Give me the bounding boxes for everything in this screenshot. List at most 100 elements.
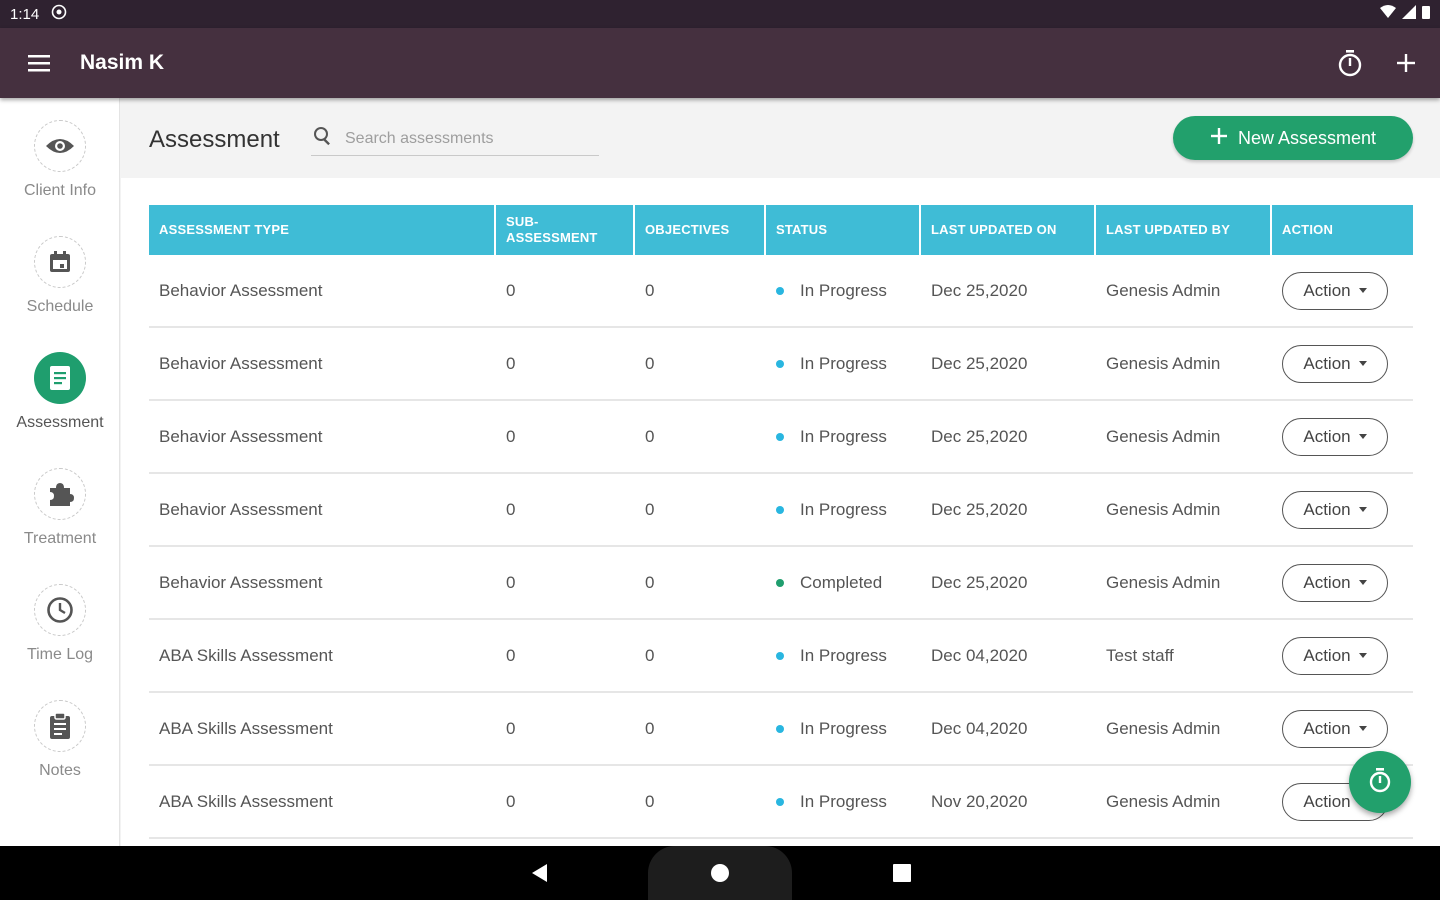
action-label: Action <box>1303 572 1351 592</box>
action-dropdown-button[interactable]: Action <box>1282 271 1388 310</box>
status-dot-icon <box>776 651 784 660</box>
cell-assessment-type: ABA Skills Assessment <box>159 718 333 738</box>
caret-down-icon <box>1358 434 1367 439</box>
sidebar-item-assessment[interactable]: Assessment <box>0 352 120 452</box>
cell-last-updated-on: Dec 25,2020 <box>931 280 1028 300</box>
cell-sub-assessment: 0 <box>506 280 516 300</box>
menu-icon[interactable] <box>0 28 80 98</box>
status-dot-icon <box>776 359 784 368</box>
calendar-icon <box>34 236 86 288</box>
cell-sub-assessment: 0 <box>506 499 516 519</box>
cell-last-updated-by: Genesis Admin <box>1106 353 1221 373</box>
status-dot-icon <box>776 505 784 514</box>
action-dropdown-button[interactable]: Action <box>1282 344 1388 383</box>
action-label: Action <box>1303 280 1351 300</box>
action-dropdown-button[interactable]: Action <box>1282 417 1388 456</box>
column-header-last-updated-on: LAST UPDATED ON <box>921 205 1096 255</box>
search-input[interactable] <box>345 129 585 148</box>
search-icon <box>313 126 333 151</box>
column-header-status: STATUS <box>766 205 921 255</box>
action-dropdown-button[interactable]: Action <box>1282 709 1388 748</box>
status-dot-icon <box>776 724 784 733</box>
cell-last-updated-on: Dec 25,2020 <box>931 426 1028 446</box>
new-assessment-button[interactable]: New Assessment <box>1173 116 1413 160</box>
sidebar-item-time-log[interactable]: Time Log <box>0 584 120 684</box>
action-dropdown-button[interactable]: Action <box>1282 490 1388 529</box>
add-icon[interactable] <box>1388 45 1424 81</box>
cell-objectives: 0 <box>645 499 655 519</box>
sidebar-item-notes[interactable]: Notes <box>0 700 120 800</box>
caret-down-icon <box>1358 288 1367 293</box>
cell-sub-assessment: 0 <box>506 426 516 446</box>
cell-status: Completed <box>766 573 921 593</box>
cell-last-updated-by: Genesis Admin <box>1106 280 1221 300</box>
cell-action: Action <box>1272 636 1413 675</box>
sidebar-item-client-info[interactable]: Client Info <box>0 120 120 220</box>
main-content: Assessment New Assessment ASSESSMENT TYP… <box>121 98 1440 846</box>
caret-down-icon <box>1358 726 1367 731</box>
puzzle-icon <box>34 468 86 520</box>
cell-objectives: 0 <box>645 280 655 300</box>
cell-objectives: 0 <box>645 572 655 592</box>
cell-last-updated-on: Dec 04,2020 <box>931 718 1028 738</box>
search-field[interactable] <box>311 122 599 156</box>
column-header-objectives: OBJECTIVES <box>635 205 766 255</box>
cell-sub-assessment: 0 <box>506 572 516 592</box>
page-title: Assessment <box>149 126 280 153</box>
cell-last-updated-by: Genesis Admin <box>1106 572 1221 592</box>
sidebar-item-label: Assessment <box>16 414 104 431</box>
cell-action: Action <box>1272 271 1413 310</box>
cell-sub-assessment: 0 <box>506 718 516 738</box>
plus-icon <box>1210 127 1228 150</box>
status-dot-icon <box>776 286 784 295</box>
cell-last-updated-by: Genesis Admin <box>1106 791 1221 811</box>
cell-objectives: 0 <box>645 718 655 738</box>
cell-last-updated-on: Nov 20,2020 <box>931 791 1028 811</box>
cell-objectives: 0 <box>645 353 655 373</box>
cell-status: In Progress <box>766 281 921 301</box>
status-label: In Progress <box>800 645 887 665</box>
cell-objectives: 0 <box>645 645 655 665</box>
clipboard-icon <box>34 700 86 752</box>
action-dropdown-button[interactable]: Action <box>1282 563 1388 602</box>
action-label: Action <box>1303 645 1351 665</box>
timer-icon <box>1368 766 1392 799</box>
recents-icon[interactable] <box>889 860 915 886</box>
table-row: Behavior Assessment 0 0 In Progress Dec … <box>149 255 1413 328</box>
timer-fab[interactable] <box>1349 751 1411 813</box>
battery-icon <box>1422 5 1430 23</box>
document-icon <box>34 352 86 404</box>
status-label: Completed <box>800 572 883 592</box>
cell-assessment-type: Behavior Assessment <box>159 353 323 373</box>
table-row: ABA Skills Assessment 0 0 In Progress No… <box>149 766 1413 839</box>
status-right <box>1380 5 1430 23</box>
cell-assessment-type: Behavior Assessment <box>159 426 323 446</box>
cell-action: Action <box>1272 417 1413 456</box>
cell-last-updated-by: Genesis Admin <box>1106 718 1221 738</box>
status-dot-icon <box>776 797 784 806</box>
sidebar-item-treatment[interactable]: Treatment <box>0 468 120 568</box>
table-header: ASSESSMENT TYPE SUB-ASSESSMENT OBJECTIVE… <box>149 205 1413 255</box>
sidebar-item-schedule[interactable]: Schedule <box>0 236 120 336</box>
timer-icon[interactable] <box>1332 45 1368 81</box>
clock-icon <box>34 584 86 636</box>
table-row: ABA Skills Assessment 0 0 In Progress De… <box>149 620 1413 693</box>
action-dropdown-button[interactable]: Action <box>1282 636 1388 675</box>
cell-assessment-type: Behavior Assessment <box>159 499 323 519</box>
cell-sub-assessment: 0 <box>506 791 516 811</box>
cell-last-updated-by: Genesis Admin <box>1106 499 1221 519</box>
signal-icon <box>1402 5 1416 23</box>
column-header-last-updated-by: LAST UPDATED BY <box>1096 205 1272 255</box>
new-assessment-label: New Assessment <box>1237 127 1377 148</box>
status-dot-icon <box>776 578 784 587</box>
status-label: In Progress <box>800 353 887 373</box>
cell-action: Action <box>1272 709 1413 748</box>
cell-status: In Progress <box>766 427 921 447</box>
table-row: Behavior Assessment 0 0 In Progress Dec … <box>149 401 1413 474</box>
cell-last-updated-on: Dec 25,2020 <box>931 499 1028 519</box>
back-icon[interactable] <box>526 860 552 886</box>
home-icon[interactable] <box>707 860 733 886</box>
app-bar-actions <box>1332 45 1440 81</box>
cell-last-updated-on: Dec 04,2020 <box>931 645 1028 665</box>
cell-status: In Progress <box>766 646 921 666</box>
